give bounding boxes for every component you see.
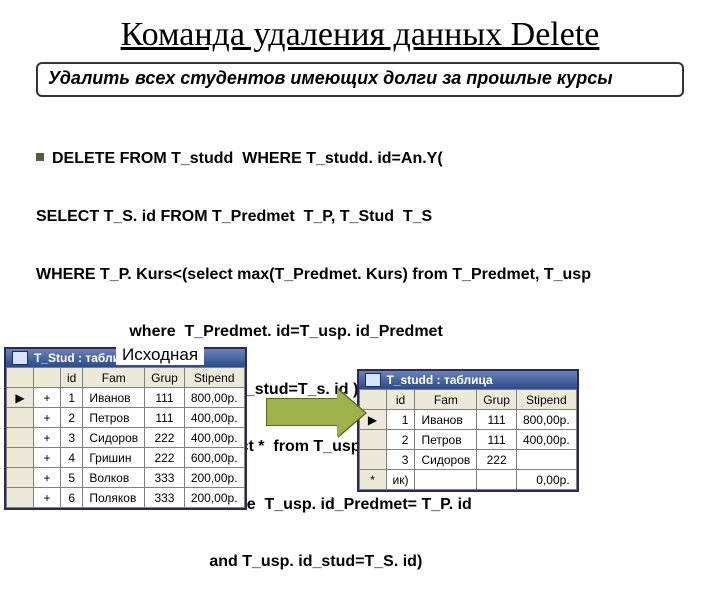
table-row: 3Сидоров222 [359,450,576,470]
col-id: id [386,390,415,410]
slide-title: Команда удаления данных Delete [30,16,690,54]
col-expand [34,368,61,388]
table-row: +4Гришин222600,00р. [7,448,245,468]
sql-line-3: WHERE T_P. Kurs<(select max(T_Predmet. K… [36,265,690,284]
source-table-window: T_Stud : таблица id Fam Grup Stipend ▶+1… [4,347,247,510]
col-grup: Grup [145,368,185,388]
source-label: Исходная [116,345,204,365]
table-header-row: id Fam Grup Stipend [359,390,576,410]
table-row: 2Петров111400,00р. [359,430,576,450]
table-row: +3Сидоров222400,00р. [7,428,245,448]
arrow-right-icon [266,398,338,426]
result-table-window: T_studd : таблица id Fam Grup Stipend ▶1… [357,369,579,492]
col-stipend: Stipend [516,390,576,410]
subtitle-box: Удалить всех студентов имеющих долги за … [36,62,684,97]
sql-text: DELETE FROM T_studd WHERE T_studd. id=An… [52,150,443,167]
arrow-container [247,347,357,477]
table-row: *ик)0,00р. [359,470,576,490]
col-fam: Fam [415,390,477,410]
table-header-row: id Fam Grup Stipend [7,368,245,388]
subtitle-text: Удалить всех студентов имеющих долги за … [48,68,613,88]
source-table-container: Исходная T_Stud : таблица id Fam Grup St… [4,347,247,510]
table-row: ▶+1Иванов111800,00р. [7,388,245,408]
table-row: +6Поляков333200,00р. [7,488,245,508]
col-fam: Fam [83,368,145,388]
table-icon [12,351,28,365]
sql-line-8: and T_usp. id_stud=T_S. id) [36,552,690,571]
col-id: id [61,368,83,388]
bullet-icon [36,153,44,161]
table-icon [365,373,381,387]
sql-line-4: where T_Predmet. id=T_usp. id_Predmet [36,322,690,341]
col-stipend: Stipend [184,368,244,388]
source-grid: id Fam Grup Stipend ▶+1Иванов111800,00р.… [6,367,245,508]
tables-row: Исходная T_Stud : таблица id Fam Grup St… [4,347,700,510]
result-grid: id Fam Grup Stipend ▶1Иванов111800,00р. … [359,389,577,490]
col-grup: Grup [477,390,517,410]
table-row: +2Петров111400,00р. [7,408,245,428]
sql-line-2: SELECT T_S. id FROM T_Predmet T_P, T_Stu… [36,207,690,226]
col-sel [7,368,34,388]
table-row: ▶1Иванов111800,00р. [359,410,576,430]
sql-line-1: DELETE FROM T_studd WHERE T_studd. id=An… [36,149,690,168]
result-titlebar: T_studd : таблица [359,371,577,389]
slide: Команда удаления данных Delete Удалить в… [0,0,720,540]
result-title-text: T_studd : таблица [387,373,493,387]
table-row: +5Волков333200,00р. [7,468,245,488]
